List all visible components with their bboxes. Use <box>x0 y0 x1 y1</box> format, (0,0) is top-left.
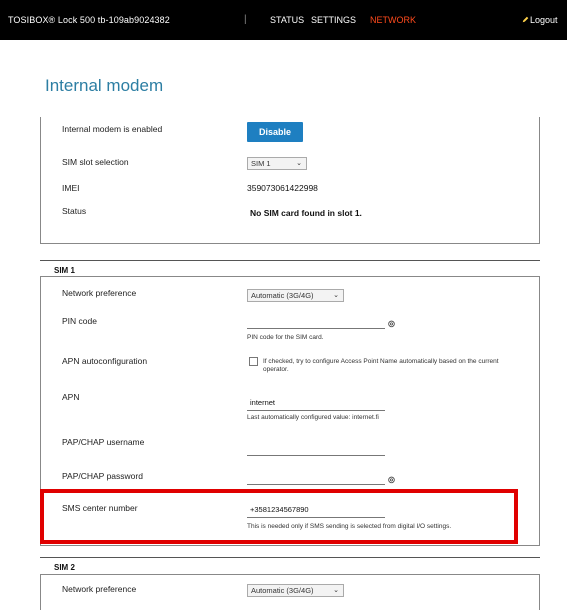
sim1-network-pref-label: Network preference <box>62 288 137 298</box>
sms-highlight-box <box>40 489 518 544</box>
chevron-down-icon: ⌄ <box>333 292 339 299</box>
sim1-apn-hint: Last automatically configured value: int… <box>247 414 379 421</box>
device-name: TOSIBOX® Lock 500 tb-109ab9024382 <box>8 15 170 25</box>
sim1-pap-user-input[interactable] <box>247 440 385 456</box>
sim-slot-select[interactable]: SIM 1 ⌄ <box>247 157 307 170</box>
sim1-pin-hint: PIN code for the SIM card. <box>247 334 324 341</box>
modem-enabled-label: Internal modem is enabled <box>62 124 163 134</box>
logout-label: Logout <box>530 15 558 25</box>
eye-icon[interactable]: ◎ <box>388 319 395 328</box>
imei-value: 359073061422998 <box>247 183 318 193</box>
sim2-header: SIM 2 <box>40 557 540 572</box>
top-navigation-bar: TOSIBOX® Lock 500 tb-109ab9024382 | STAT… <box>0 0 567 40</box>
sim1-apn-auto-checkbox[interactable] <box>249 357 258 366</box>
sim-slot-label: SIM slot selection <box>62 157 129 167</box>
status-label: Status <box>62 206 87 216</box>
sim1-header: SIM 1 <box>40 260 540 275</box>
sim2-network-pref-label: Network preference <box>62 584 137 594</box>
sim1-pap-pass-label: PAP/CHAP password <box>62 471 143 481</box>
sim1-pap-user-label: PAP/CHAP username <box>62 437 145 447</box>
sim-slot-value: SIM 1 <box>251 159 271 168</box>
nav-network[interactable]: NETWORK <box>370 15 416 25</box>
sim1-pap-pass-input[interactable] <box>247 469 385 485</box>
eye-icon[interactable]: ◎ <box>388 475 395 484</box>
imei-label: IMEI <box>62 183 80 193</box>
sim2-network-pref-value: Automatic (3G/4G) <box>251 586 314 595</box>
disable-button[interactable]: Disable <box>247 122 303 142</box>
sim2-network-pref-select[interactable]: Automatic (3G/4G) ⌄ <box>247 584 344 597</box>
sim1-network-pref-value: Automatic (3G/4G) <box>251 291 314 300</box>
chevron-down-icon: ⌄ <box>333 587 339 594</box>
sim1-apn-label: APN <box>62 392 80 402</box>
logout-link[interactable]: Logout <box>522 15 558 25</box>
chevron-down-icon: ⌄ <box>296 160 302 167</box>
sim1-pin-label: PIN code <box>62 316 97 326</box>
status-value: No SIM card found in slot 1. <box>250 208 362 218</box>
page-title: Internal modem <box>45 76 164 95</box>
sim1-apn-auto-label: APN autoconfiguration <box>62 356 148 366</box>
nav-status[interactable]: STATUS <box>270 15 304 25</box>
nav-separator: | <box>244 14 247 25</box>
sim1-pin-input[interactable] <box>247 313 385 329</box>
sim1-apn-auto-hint: If checked, try to configure Access Poin… <box>263 358 499 373</box>
sim1-network-pref-select[interactable]: Automatic (3G/4G) ⌄ <box>247 289 344 302</box>
nav-settings[interactable]: SETTINGS <box>311 15 356 25</box>
sim1-apn-input[interactable]: internet <box>247 395 385 411</box>
pencil-icon <box>522 16 529 23</box>
